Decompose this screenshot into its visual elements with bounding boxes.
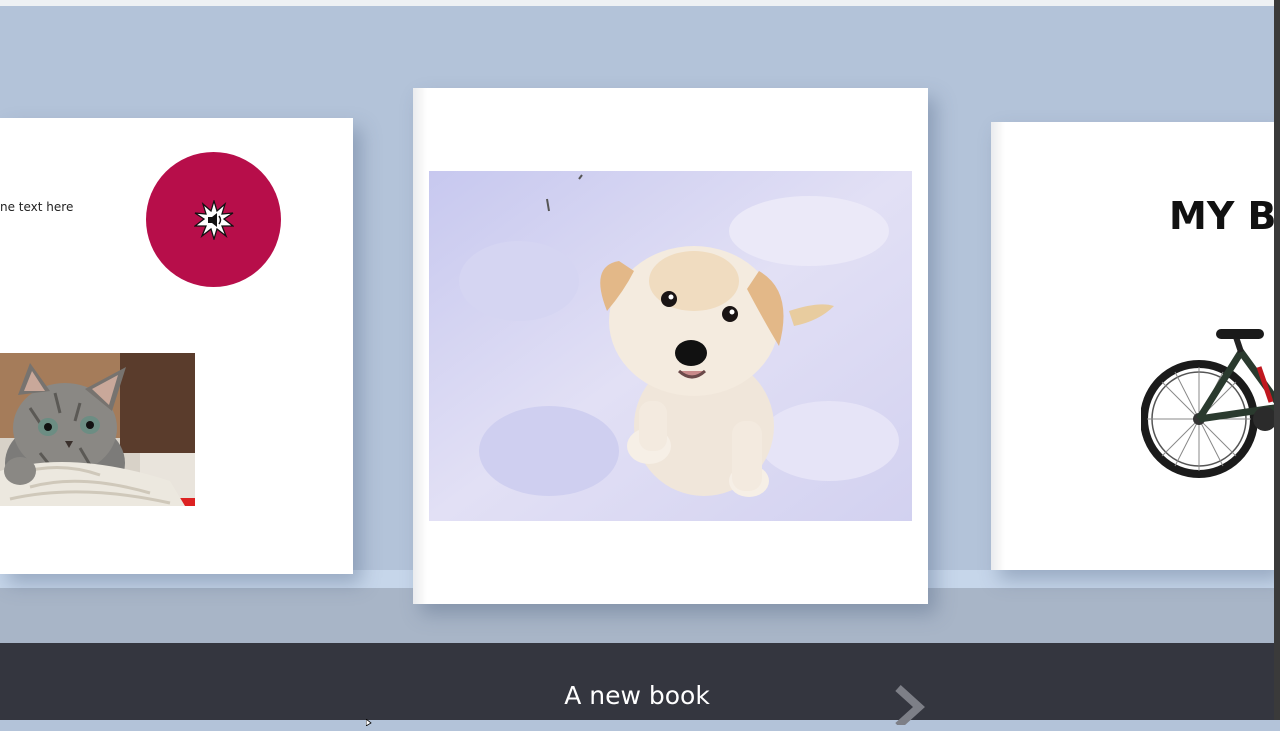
page-spine <box>413 88 427 604</box>
mouse-cursor-icon <box>365 713 374 731</box>
puppy-image <box>429 171 912 521</box>
page-spine <box>991 122 1005 570</box>
bicycle-image <box>1140 327 1274 492</box>
page-text: ne text here <box>0 200 74 214</box>
window-edge <box>1274 0 1280 720</box>
book-page-center[interactable] <box>413 88 928 604</box>
next-button[interactable] <box>893 685 927 730</box>
audio-button[interactable] <box>146 152 281 287</box>
book-page-left[interactable]: ne text here <box>0 118 353 574</box>
book-title[interactable]: A new book <box>0 681 1274 710</box>
book-page-right[interactable]: MY BI <box>991 122 1274 570</box>
page-title: MY BI <box>1169 194 1274 238</box>
speaker-burst-icon <box>194 200 234 240</box>
chevron-right-icon <box>895 685 925 729</box>
kitten-image <box>0 353 195 506</box>
bottom-toolbar: A new book <box>0 643 1274 729</box>
